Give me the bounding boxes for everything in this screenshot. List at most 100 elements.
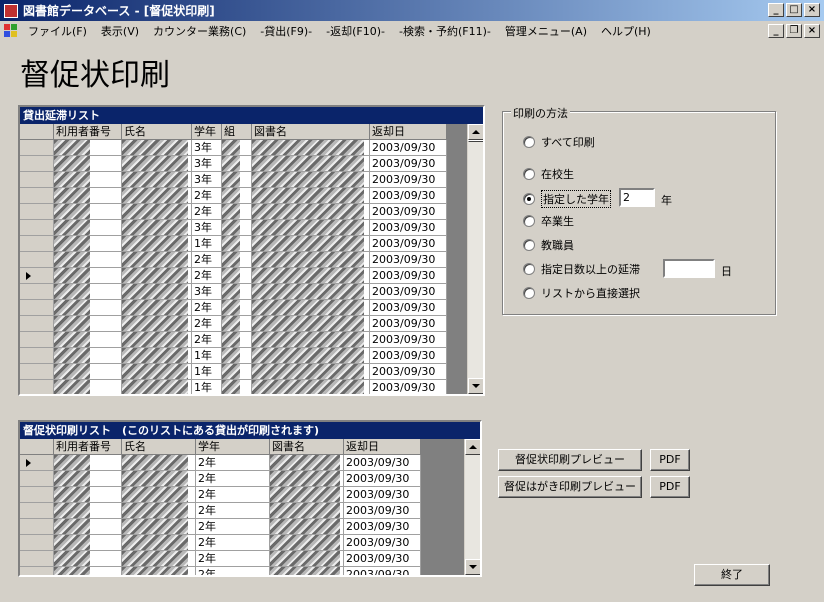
redacted-cell[interactable] [222,284,252,300]
redacted-cell[interactable] [54,332,122,348]
col-grade[interactable]: 学年 [196,439,270,455]
redacted-cell[interactable] [252,300,370,316]
table-row[interactable]: 3年 2003/09/30 [20,140,447,156]
due-date-cell[interactable]: 2003/09/30 [370,236,447,252]
overdue-list-scrollbar[interactable] [467,124,483,394]
document-icon[interactable] [4,24,18,38]
grade-cell[interactable]: 2年 [196,567,270,575]
redacted-cell[interactable] [122,567,196,575]
table-row[interactable]: 2年 2003/09/30 [20,332,447,348]
due-date-cell[interactable]: 2003/09/30 [344,487,421,503]
table-row[interactable]: 2年 2003/09/30 [20,503,421,519]
grade-cell[interactable]: 1年 [192,348,222,364]
redacted-cell[interactable] [122,268,192,284]
maximize-button[interactable]: □ [786,3,802,17]
due-date-cell[interactable]: 2003/09/30 [370,172,447,188]
due-date-cell[interactable]: 2003/09/30 [344,567,421,575]
redacted-cell[interactable] [122,535,196,551]
row-selector[interactable] [20,268,54,284]
redacted-cell[interactable] [252,188,370,204]
table-row[interactable]: 2年 2003/09/30 [20,471,421,487]
days-input[interactable] [663,259,715,278]
redacted-cell[interactable] [270,503,344,519]
redacted-cell[interactable] [222,172,252,188]
row-selector[interactable] [20,236,54,252]
table-row[interactable]: 2年 2003/09/30 [20,300,447,316]
radio-button[interactable] [523,215,535,227]
grade-cell[interactable]: 3年 [192,156,222,172]
redacted-cell[interactable] [222,300,252,316]
redacted-cell[interactable] [54,300,122,316]
mdi-minimize-button[interactable]: _ [768,24,784,38]
radio-button[interactable] [523,136,535,148]
col-name[interactable]: 氏名 [122,439,196,455]
redacted-cell[interactable] [54,204,122,220]
scroll-thumb[interactable] [468,140,483,142]
redacted-cell[interactable] [122,220,192,236]
redacted-cell[interactable] [54,252,122,268]
table-row[interactable]: 2年 2003/09/30 [20,487,421,503]
table-row[interactable]: 1年 2003/09/30 [20,348,447,364]
redacted-cell[interactable] [252,268,370,284]
print-list-scrollbar[interactable] [464,439,480,575]
grade-cell[interactable]: 2年 [196,487,270,503]
redacted-cell[interactable] [222,220,252,236]
redacted-cell[interactable] [54,348,122,364]
redacted-cell[interactable] [122,316,192,332]
redacted-cell[interactable] [270,471,344,487]
radio-button[interactable] [523,168,535,180]
redacted-cell[interactable] [122,487,196,503]
col-class[interactable]: 組 [222,124,252,140]
redacted-cell[interactable] [252,364,370,380]
redacted-cell[interactable] [252,172,370,188]
redacted-cell[interactable] [252,140,370,156]
table-row[interactable]: 2年 2003/09/30 [20,535,421,551]
grade-cell[interactable]: 1年 [192,364,222,380]
redacted-cell[interactable] [252,204,370,220]
letter-preview-button[interactable]: 督促状印刷プレビュー [498,449,642,471]
row-selector[interactable] [20,300,54,316]
redacted-cell[interactable] [122,332,192,348]
table-row[interactable]: 1年 2003/09/30 [20,236,447,252]
grade-cell[interactable]: 2年 [192,252,222,268]
redacted-cell[interactable] [54,220,122,236]
row-selector[interactable] [20,140,54,156]
redacted-cell[interactable] [270,455,344,471]
redacted-cell[interactable] [270,487,344,503]
redacted-cell[interactable] [122,252,192,268]
table-row[interactable]: 2年 2003/09/30 [20,519,421,535]
option-overdue-days[interactable]: 指定日数以上の延滞 [523,261,640,277]
due-date-cell[interactable]: 2003/09/30 [370,220,447,236]
due-date-cell[interactable]: 2003/09/30 [370,188,447,204]
table-row[interactable]: 3年 2003/09/30 [20,156,447,172]
row-selector[interactable] [20,220,54,236]
redacted-cell[interactable] [122,503,196,519]
redacted-cell[interactable] [122,300,192,316]
row-selector[interactable] [20,156,54,172]
redacted-cell[interactable] [122,156,192,172]
table-row[interactable]: 2年 2003/09/30 [20,455,421,471]
table-row[interactable]: 2年 2003/09/30 [20,204,447,220]
redacted-cell[interactable] [222,236,252,252]
due-date-cell[interactable]: 2003/09/30 [344,551,421,567]
table-row[interactable]: 3年 2003/09/30 [20,172,447,188]
table-row[interactable]: 3年 2003/09/30 [20,284,447,300]
scroll-down-button[interactable] [468,378,483,394]
due-date-cell[interactable]: 2003/09/30 [370,348,447,364]
redacted-cell[interactable] [54,316,122,332]
redacted-cell[interactable] [54,172,122,188]
due-date-cell[interactable]: 2003/09/30 [370,380,447,394]
col-name[interactable]: 氏名 [122,124,192,140]
grade-cell[interactable]: 1年 [192,236,222,252]
due-date-cell[interactable]: 2003/09/30 [370,140,447,156]
due-date-cell[interactable]: 2003/09/30 [370,364,447,380]
grade-cell[interactable]: 1年 [192,380,222,394]
grade-cell[interactable]: 3年 [192,172,222,188]
redacted-cell[interactable] [122,204,192,220]
grade-cell[interactable]: 2年 [192,300,222,316]
due-date-cell[interactable]: 2003/09/30 [370,204,447,220]
redacted-cell[interactable] [252,332,370,348]
redacted-cell[interactable] [54,364,122,380]
due-date-cell[interactable]: 2003/09/30 [344,519,421,535]
table-row[interactable]: 2年 2003/09/30 [20,551,421,567]
